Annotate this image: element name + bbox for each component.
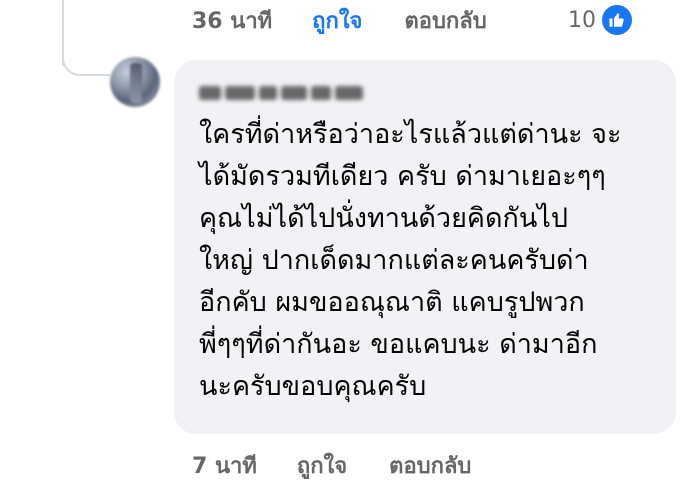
comment-line: ใหญ่ ปากเด็ดมากแต่ละคนครับด่า [199,245,589,276]
thread-line-branch [62,46,110,76]
comment-timestamp[interactable]: 36 นาที [192,3,272,38]
comment-line: คุณไม่ได้ไปนั่งทานด้วยคิดกันไป [199,203,569,234]
comment-line: นะครับขอบคุณครับ [199,371,427,402]
like-button[interactable]: ถูกใจ [312,3,362,38]
comment-bubble: ใครที่ด่าหรือว่าอะไรแล้วแต่ด่านะ จะ ได้ม… [174,60,676,434]
avatar[interactable] [110,57,160,107]
author-name-blurred[interactable] [199,83,369,103]
comment-actions: 7 นาที ถูกใจ ตอบกลับ [192,448,471,482]
like-thumb-icon [602,5,632,35]
reply-button[interactable]: ตอบกลับ [389,448,471,483]
previous-comment-actions: 36 นาที ถูกใจ ตอบกลับ [192,3,487,37]
comment-line: พี่ๆๆที่ด่ากันอะ ขอแคบนะ ด่ามาอีก [199,329,598,360]
comment-line: ใครที่ด่าหรือว่าอะไรแล้วแต่ด่านะ จะ [199,119,622,150]
comment-text: ใครที่ด่าหรือว่าอะไรแล้วแต่ด่านะ จะ ได้ม… [199,114,669,408]
reaction-summary[interactable]: 10 [568,3,632,37]
comment-timestamp[interactable]: 7 นาที [192,448,257,483]
reaction-count: 10 [568,7,596,33]
comment-line: อีกคับ ผมขออณุณาติ แคบรูปพวก [199,287,585,318]
comment-line: ได้มัดรวมทีเดียว ครับ ด่ามาเยอะๆๆ [199,161,606,192]
reply-button[interactable]: ตอบกลับ [404,3,486,38]
like-button[interactable]: ถูกใจ [297,448,347,483]
